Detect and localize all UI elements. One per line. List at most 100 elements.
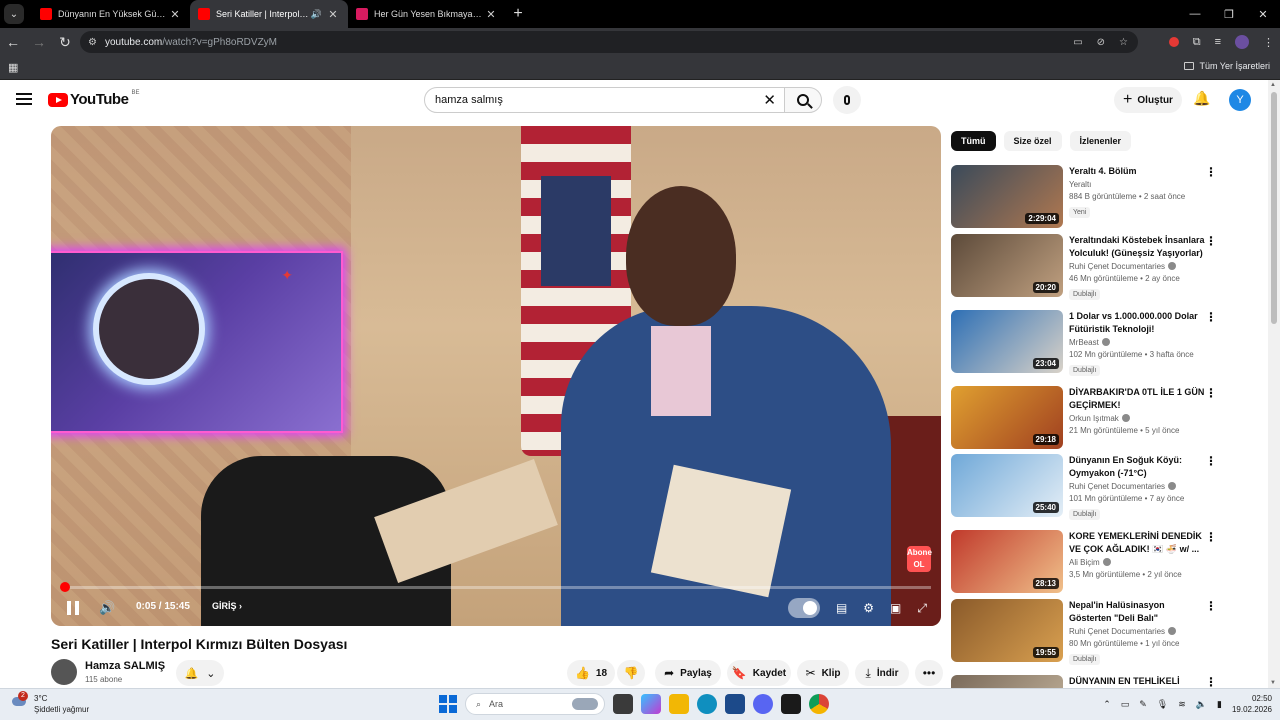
page-scrollbar[interactable]: ▲ ▼ [1268, 80, 1280, 688]
battery-icon[interactable]: ▮ [1217, 699, 1222, 710]
recommendation-title[interactable]: Dünyanın En Soğuk Köyü: Oymyakon (-71°C) [1069, 454, 1205, 480]
bookmark-star-icon[interactable]: ☆ [1119, 37, 1128, 48]
more-actions-button[interactable]: ••• [915, 660, 943, 686]
store-icon[interactable] [725, 694, 745, 714]
search-input[interactable]: hamza salmış ✕ [424, 87, 785, 113]
recommendation-channel[interactable]: Yeraltı [1069, 180, 1205, 189]
recommendation-item[interactable]: 28:13 KORE YEMEKLERİNİ DENEDİK VE ÇOK AĞL… [951, 530, 1219, 594]
apps-grid-icon[interactable]: ▦ [8, 61, 18, 74]
recommendation-title[interactable]: KORE YEMEKLERİNİ DENEDİK VE ÇOK AĞLADIK!… [1069, 530, 1205, 556]
voice-search-button[interactable] [833, 86, 861, 114]
video-thumbnail[interactable]: 28:13 [951, 530, 1063, 593]
browser-tab-1[interactable]: Dünyanın En Yüksek Güvenlikli ... ✕ [32, 0, 190, 28]
save-button[interactable]: 🔖 Kaydet [727, 660, 791, 686]
microphone-icon[interactable]: 🎙 [1157, 699, 1168, 710]
app-icon[interactable] [781, 694, 801, 714]
eye-off-icon[interactable]: ⊘ [1097, 37, 1105, 48]
chrome-icon[interactable] [809, 694, 829, 714]
more-vertical-icon[interactable]: ⋮ [1205, 530, 1217, 544]
recommendation-item[interactable]: 2:29:04 Yeraltı 4. Bölüm Yeraltı 884 B görü… [951, 165, 1219, 229]
recommendation-title[interactable]: DİYARBAKIR'DA 0TL İLE 1 GÜN GEÇİRMEK! [1069, 386, 1205, 412]
task-view-icon[interactable] [613, 694, 633, 714]
address-bar[interactable]: ⚙ youtube.com/watch?v=gPh8oRDVZyM ▭ ⊘ ☆ [80, 31, 1138, 53]
chapter-button[interactable]: GİRİŞ › [212, 601, 242, 611]
recommendation-title[interactable]: 1 Dolar vs 1.000.000.000 Dolar Fütüristi… [1069, 310, 1205, 336]
chevron-up-icon[interactable]: ⌃ [1103, 699, 1111, 710]
cast-icon[interactable]: ▭ [1073, 37, 1082, 48]
more-vertical-icon[interactable]: ⋮ [1205, 234, 1217, 248]
browser-tab-2[interactable]: Seri Katiller | Interpol Kırmızı ... 🔊 ✕ [190, 0, 348, 28]
recommendation-channel[interactable]: Ruhi Çenet Documentaries [1069, 262, 1205, 271]
recommendation-item[interactable]: 25:40 Dünyanın En Soğuk Köyü: Oymyakon (-… [951, 454, 1219, 520]
recommendation-item[interactable]: 29:18 DİYARBAKIR'DA 0TL İLE 1 GÜN GEÇİRME… [951, 386, 1219, 450]
media-control-icon[interactable]: ≡ [1215, 36, 1221, 48]
subscription-bell-button[interactable]: 🔔 ⌄ [176, 660, 224, 686]
recommendation-title[interactable]: Yeraltı 4. Bölüm [1069, 165, 1205, 178]
edge-icon[interactable] [697, 694, 717, 714]
all-bookmarks-button[interactable]: Tüm Yer İşaretleri [1184, 61, 1270, 71]
scrollbar-thumb[interactable] [1271, 92, 1277, 324]
copilot-icon[interactable] [641, 694, 661, 714]
miniplayer-icon[interactable]: ▣ [890, 601, 901, 615]
channel-avatar[interactable] [51, 659, 77, 685]
reload-icon[interactable]: ↻ [52, 34, 78, 51]
video-thumbnail[interactable]: 20:20 [951, 234, 1063, 297]
recommendation-item[interactable]: 20:20 Yeraltındaki Köstebek İnsanlara Yol… [951, 234, 1219, 300]
tab-close-icon[interactable]: ✕ [326, 8, 340, 21]
youtube-logo[interactable]: YouTube BE [48, 90, 139, 108]
more-vertical-icon[interactable]: ⋮ [1205, 165, 1217, 179]
subtitles-icon[interactable]: ▤ [836, 601, 847, 615]
hamburger-menu-icon[interactable] [16, 93, 32, 105]
clear-search-icon[interactable]: ✕ [763, 91, 776, 109]
pen-icon[interactable]: ✎ [1139, 699, 1147, 710]
chip-for-you[interactable]: Size özel [1003, 131, 1062, 151]
more-vertical-icon[interactable]: ⋮ [1205, 310, 1217, 324]
tab-close-icon[interactable]: ✕ [484, 8, 498, 21]
file-explorer-icon[interactable] [669, 694, 689, 714]
recommendation-channel[interactable]: Ruhi Çenet Documentaries [1069, 482, 1205, 491]
audio-playing-icon[interactable]: 🔊 [311, 9, 322, 20]
recommendation-title[interactable]: Nepal'in Halüsinasyon Gösterten "Deli Ba… [1069, 599, 1205, 625]
settings-gear-icon[interactable]: ⚙ [863, 601, 874, 615]
search-button[interactable] [784, 87, 822, 113]
share-button[interactable]: ➦ Paylaş [655, 660, 721, 686]
more-vertical-icon[interactable]: ⋮ [1205, 454, 1217, 468]
more-vertical-icon[interactable]: ⋮ [1205, 386, 1217, 400]
fullscreen-icon[interactable]: ⤢ [917, 601, 927, 616]
recommendation-channel[interactable]: MrBeast [1069, 338, 1205, 347]
tab-search-icon[interactable]: ⌄ [4, 4, 24, 24]
recommendation-title[interactable]: Yeraltındaki Köstebek İnsanlara Yolculuk… [1069, 234, 1205, 260]
forward-icon[interactable]: → [26, 34, 52, 50]
extensions-icon[interactable]: ⧉ [1193, 36, 1201, 49]
recommendation-item[interactable]: 19:55 Nepal'in Halüsinasyon Gösterten "De… [951, 599, 1219, 665]
restore-icon[interactable]: ❐ [1212, 0, 1246, 28]
like-button[interactable]: 👍 18 [567, 660, 615, 686]
download-button[interactable]: ⤓ İndir [855, 660, 909, 686]
more-vertical-icon[interactable]: ⋮ [1205, 599, 1217, 613]
scroll-up-icon[interactable]: ▲ [1270, 82, 1276, 88]
video-thumbnail[interactable]: 23:04 [951, 310, 1063, 373]
browser-tab-3[interactable]: Her Gün Yesen Bıkmayacağın Ye... ✕ [348, 0, 506, 28]
taskbar-search[interactable]: ⌕ Ara [465, 693, 605, 715]
video-player[interactable]: ✦ Abone OL 🔊 0:05 / 15:45 GİRİŞ › ▤ ⚙ ▣ ⤢ [51, 126, 941, 626]
chip-watched[interactable]: İzlenenler [1069, 131, 1132, 151]
wifi-icon[interactable]: ≋ [1178, 699, 1186, 710]
scroll-down-icon[interactable]: ▼ [1270, 680, 1276, 686]
clock[interactable]: 02:50 19.02.2026 [1232, 693, 1272, 715]
video-thumbnail[interactable]: 29:18 [951, 386, 1063, 449]
video-progress-bar[interactable] [60, 582, 931, 592]
minimize-icon[interactable]: — [1178, 0, 1212, 28]
recommendation-channel[interactable]: Orkun Işıtmak [1069, 414, 1205, 423]
kebab-menu-icon[interactable]: ⋮ [1263, 36, 1274, 49]
discord-icon[interactable] [753, 694, 773, 714]
weather-widget[interactable]: 2 3°C Şiddetli yağmur [10, 691, 89, 715]
clip-button[interactable]: ✂ Klip [797, 660, 849, 686]
speaker-icon[interactable]: 🔈 [1196, 699, 1207, 710]
volume-icon[interactable]: 🔊 [99, 600, 115, 616]
recommendation-title[interactable]: DÜNYANIN EN TEHLİKELİ [1069, 675, 1205, 688]
pause-icon[interactable] [67, 601, 79, 615]
create-button[interactable]: + Oluştur [1114, 87, 1182, 113]
chip-all[interactable]: Tümü [951, 131, 996, 151]
dislike-button[interactable]: 👎 [617, 660, 645, 686]
more-vertical-icon[interactable]: ⋮ [1205, 675, 1217, 689]
